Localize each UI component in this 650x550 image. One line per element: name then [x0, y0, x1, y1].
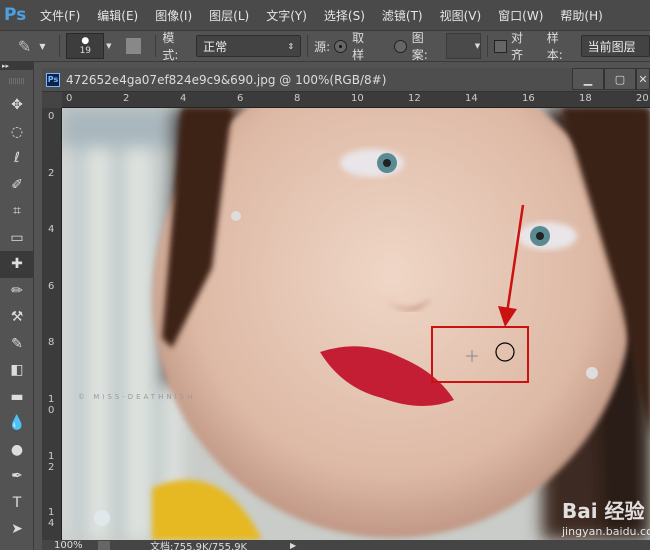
photoshop-logo: Ps	[4, 5, 27, 25]
ruler-label: 14	[48, 507, 55, 530]
source-label: 源:	[314, 39, 331, 54]
pattern-radio[interactable]	[393, 39, 407, 53]
document-title: 472652e4ga07ef824e9c9&690.jpg @ 100%(RGB…	[66, 72, 387, 87]
menu-view[interactable]: 视图(V)	[440, 7, 482, 24]
clone-stamp-tool-icon[interactable]: ⚒	[0, 304, 34, 331]
status-arrow-icon[interactable]: ▶	[290, 541, 296, 550]
sample-value: 当前图层	[587, 39, 636, 54]
dodge-tool-icon[interactable]: ●	[0, 437, 34, 464]
path-select-tool-icon[interactable]: ➤	[0, 516, 34, 543]
tools-panel: ▸▸ |||||||| ✥ ◌ ℓ ✐ ⌗ ▭ ✚ ✏ ⚒ ✎ ◧ ▬ 💧 ● …	[0, 62, 34, 550]
menu-image[interactable]: 图像(I)	[155, 7, 192, 24]
menu-file[interactable]: 文件(F)	[40, 7, 80, 24]
menu-filter[interactable]: 滤镜(T)	[382, 7, 423, 24]
ruler-label: 16	[522, 93, 535, 104]
document-window: Ps 472652e4ga07ef824e9c9&690.jpg @ 100%(…	[42, 68, 650, 550]
sampled-radio[interactable]	[334, 39, 348, 53]
vertical-ruler[interactable]: 0 2 4 6 8 10 12 14	[42, 108, 62, 540]
ruler-origin[interactable]	[42, 92, 62, 108]
ruler-label: 10	[48, 394, 55, 416]
image-canvas[interactable]: © MISS-DEATHNISH Bai 经验 jingyan.baidu.co…	[62, 108, 650, 540]
ruler-label: 10	[351, 93, 364, 104]
brush-picker[interactable]: ● 19	[66, 33, 105, 59]
menu-edit[interactable]: 编辑(E)	[97, 7, 138, 24]
clone-source-icon[interactable]	[125, 38, 142, 54]
mode-label: 模式:	[162, 31, 179, 62]
ruler-label: 2	[48, 167, 55, 179]
status-bar: 100% 文档:755.9K/755.9K ▶	[42, 540, 650, 550]
blur-tool-icon[interactable]: 💧	[0, 410, 34, 437]
ruler-label: 6	[237, 93, 244, 104]
ruler-label: 18	[579, 93, 592, 104]
gradient-tool-icon[interactable]: ▬	[0, 384, 34, 411]
mode-value: 正常	[203, 39, 228, 54]
options-bar: ✎ ▼ ● 19 ▼ 模式: 正常 ⇕ 源: 取样 图案: ▼ 对齐 样本: 当前图…	[0, 30, 650, 62]
minimize-button[interactable]: ▁	[572, 68, 604, 90]
ruler-label: 0	[66, 93, 73, 104]
ruler-label: 8	[48, 337, 55, 349]
ruler-label: 4	[180, 93, 187, 104]
type-tool-icon[interactable]: T	[0, 490, 34, 517]
horizontal-ruler[interactable]: 0 2 4 6 8 10 12 14 16 18 20	[62, 92, 650, 108]
baidu-url: jingyan.baidu.com	[561, 525, 650, 538]
healing-brush-tool-icon[interactable]: ✚	[0, 251, 34, 278]
menu-type[interactable]: 文字(Y)	[266, 7, 307, 24]
menu-bar: Ps 文件(F) 编辑(E) 图像(I) 图层(L) 文字(Y) 选择(S) 滤…	[0, 0, 650, 30]
ruler-label: 12	[408, 93, 421, 104]
panel-grip[interactable]: ||||||||	[0, 70, 33, 92]
menu-help[interactable]: 帮助(H)	[560, 7, 602, 24]
portrait-photo: © MISS-DEATHNISH Bai 经验 jingyan.baidu.co…	[62, 108, 650, 540]
ruler-label: 0	[48, 111, 55, 122]
mode-select[interactable]: 正常 ⇕	[196, 35, 302, 57]
status-menu-icon[interactable]	[98, 540, 110, 550]
ruler-label: 4	[48, 224, 55, 236]
ruler-tool-icon[interactable]: ▭	[0, 225, 34, 252]
photo-watermark: © MISS-DEATHNISH	[78, 393, 195, 401]
eraser-tool-icon[interactable]: ◧	[0, 357, 34, 384]
aligned-checkbox[interactable]	[494, 39, 508, 53]
menu-layer[interactable]: 图层(L)	[209, 7, 249, 24]
ruler-label: 6	[48, 280, 55, 292]
sampled-label: 取样	[352, 31, 365, 62]
maximize-button[interactable]: ▢	[604, 68, 636, 90]
ps-file-icon: Ps	[46, 72, 60, 87]
pen-tool-icon[interactable]: ✒	[0, 463, 34, 490]
document-size: 文档:755.9K/755.9K	[150, 541, 248, 550]
healing-brush-preset-icon[interactable]: ✎	[18, 37, 31, 56]
chevron-down-icon[interactable]: ▼	[39, 42, 45, 51]
baidu-logo: Bai 经验	[562, 499, 645, 523]
chevron-down-icon[interactable]: ▼	[106, 42, 111, 50]
sample-select[interactable]: 当前图层	[580, 35, 650, 57]
ruler-label: 2	[123, 93, 130, 104]
pattern-picker[interactable]: ▼	[445, 33, 482, 59]
brush-size: 19	[79, 46, 92, 56]
ruler-label: 12	[48, 450, 55, 473]
lasso-tool-icon[interactable]: ℓ	[0, 145, 34, 172]
crop-tool-icon[interactable]: ⌗	[0, 198, 34, 225]
sample-label: 样本:	[546, 31, 563, 62]
ruler-label: 8	[294, 93, 301, 104]
panel-collapse-icon[interactable]: ▸▸	[0, 62, 33, 70]
zoom-level[interactable]: 100%	[54, 540, 98, 550]
ruler-label: 20	[636, 93, 649, 104]
menu-select[interactable]: 选择(S)	[324, 7, 365, 24]
marquee-tool-icon[interactable]: ◌	[0, 119, 34, 146]
pattern-label: 图案:	[411, 31, 428, 62]
document-tab[interactable]: Ps 472652e4ga07ef824e9c9&690.jpg @ 100%(…	[42, 68, 650, 92]
move-tool-icon[interactable]: ✥	[0, 92, 34, 119]
close-button[interactable]: ✕	[636, 68, 650, 90]
brush-tool-icon[interactable]: ✏	[0, 278, 34, 305]
menu-window[interactable]: 窗口(W)	[498, 7, 543, 24]
aligned-label: 对齐	[511, 31, 524, 62]
ruler-label: 14	[465, 93, 478, 104]
quick-select-tool-icon[interactable]: ✐	[0, 172, 34, 199]
history-brush-tool-icon[interactable]: ✎	[0, 331, 34, 358]
